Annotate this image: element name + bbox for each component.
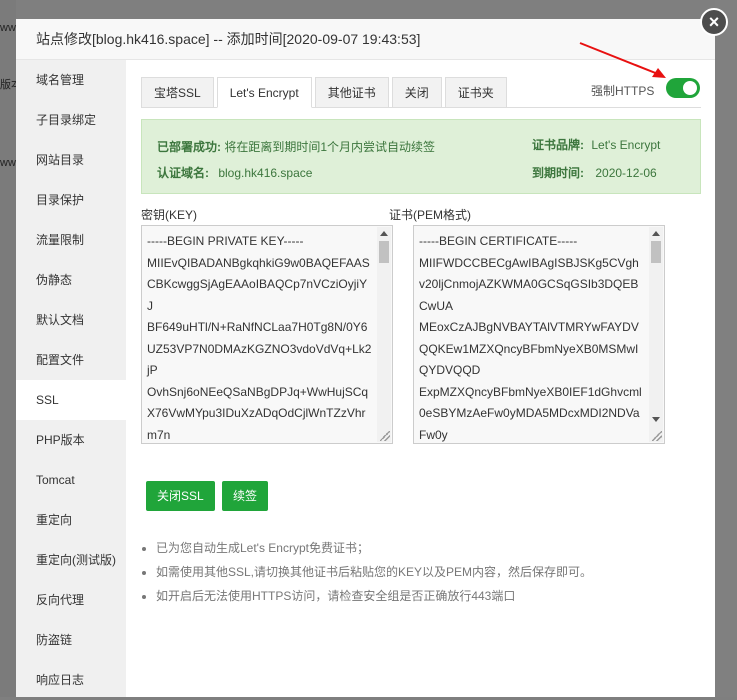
deployed-value: 将在距离到期时间1个月内尝试自动续签 bbox=[224, 140, 436, 154]
scroll-thumb[interactable] bbox=[651, 241, 661, 263]
expiry-value: 2020-12-06 bbox=[595, 166, 657, 180]
tab-close[interactable]: 关闭 bbox=[391, 77, 442, 108]
sidebar-item-php-version[interactable]: PHP版本 bbox=[16, 420, 126, 460]
background-text: ww. bbox=[0, 22, 16, 34]
background-left: ww. 版本 ww bbox=[0, 0, 16, 697]
sidebar-item-redirect-beta[interactable]: 重定向(测试版) bbox=[16, 540, 126, 580]
background-text: 版本 bbox=[0, 79, 16, 91]
cert-field-label: 证书(PEM格式) bbox=[389, 208, 471, 222]
sidebar-item-site-dir[interactable]: 网站目录 bbox=[16, 140, 126, 180]
sidebar-item-subdir-binding[interactable]: 子目录绑定 bbox=[16, 100, 126, 140]
sidebar-item-ssl[interactable]: SSL bbox=[16, 380, 126, 420]
expiry-key: 到期时间: bbox=[532, 166, 584, 180]
sidebar-item-domain[interactable]: 域名管理 bbox=[16, 60, 126, 100]
resize-handle-icon[interactable] bbox=[380, 431, 390, 441]
ssl-tabs: 宝塔SSL Let's Encrypt 其他证书 关闭 证书夹 bbox=[141, 77, 510, 108]
sidebar-item-reverse-proxy[interactable]: 反向代理 bbox=[16, 580, 126, 620]
tab-bt-ssl[interactable]: 宝塔SSL bbox=[141, 77, 214, 108]
background-text: ww bbox=[0, 157, 16, 169]
sidebar-item-hotlink[interactable]: 防盗链 bbox=[16, 620, 126, 660]
background-right bbox=[715, 0, 737, 697]
certificate-textarea[interactable]: -----BEGIN CERTIFICATE----- MIIFWDCCBECg… bbox=[413, 225, 665, 444]
brand-value: Let's Encrypt bbox=[591, 138, 661, 152]
ssl-panel: 宝塔SSL Let's Encrypt 其他证书 关闭 证书夹 强制HTTPS … bbox=[126, 60, 715, 697]
scroll-up-icon bbox=[652, 231, 660, 236]
renew-button[interactable]: 续签 bbox=[222, 481, 269, 511]
tips-list: 已为您自动生成Let's Encrypt免费证书； 如需使用其他SSL,请切换其… bbox=[156, 536, 592, 608]
domain-value: blog.hk416.space bbox=[218, 166, 313, 180]
tab-lets-encrypt[interactable]: Let's Encrypt bbox=[216, 77, 312, 108]
key-scrollbar[interactable] bbox=[377, 227, 391, 442]
tip-item: 已为您自动生成Let's Encrypt免费证书； bbox=[156, 536, 592, 560]
certificate-text: -----BEGIN CERTIFICATE----- MIIFWDCCBECg… bbox=[419, 234, 642, 442]
settings-sidebar: 域名管理 子目录绑定 网站目录 目录保护 流量限制 伪静态 默认文档 配置文件 … bbox=[16, 60, 126, 697]
ssl-status-notice: 已部署成功: 将在距离到期时间1个月内尝试自动续签 认证域名: blog.hk4… bbox=[141, 119, 701, 194]
tab-other-cert[interactable]: 其他证书 bbox=[314, 77, 389, 108]
close-ssl-button[interactable]: 关闭SSL bbox=[146, 481, 215, 511]
domain-key: 认证域名: bbox=[157, 166, 209, 180]
sidebar-item-response-log[interactable]: 响应日志 bbox=[16, 660, 126, 700]
sidebar-item-tomcat[interactable]: Tomcat bbox=[16, 460, 126, 500]
key-field-label: 密钥(KEY) bbox=[141, 208, 198, 222]
site-edit-dialog: 站点修改[blog.hk416.space] -- 添加时间[2020-09-0… bbox=[16, 19, 715, 697]
sidebar-item-redirect[interactable]: 重定向 bbox=[16, 500, 126, 540]
scroll-thumb[interactable] bbox=[379, 241, 389, 263]
tip-item: 如开启后无法使用HTTPS访问，请检查安全组是否正确放行443端口 bbox=[156, 584, 592, 608]
deployed-key: 已部署成功: bbox=[157, 140, 221, 154]
sidebar-item-traffic-limit[interactable]: 流量限制 bbox=[16, 220, 126, 260]
cert-scrollbar[interactable] bbox=[649, 227, 663, 442]
resize-handle-icon[interactable] bbox=[652, 431, 662, 441]
dialog-close-button[interactable]: × bbox=[700, 8, 728, 36]
tip-item: 如需使用其他SSL,请切换其他证书后粘贴您的KEY以及PEM内容，然后保存即可。 bbox=[156, 560, 592, 584]
sidebar-item-config-file[interactable]: 配置文件 bbox=[16, 340, 126, 380]
private-key-text: -----BEGIN PRIVATE KEY----- MIIEvQIBADAN… bbox=[147, 234, 372, 442]
brand-key: 证书品牌: bbox=[532, 138, 584, 152]
sidebar-item-dir-protect[interactable]: 目录保护 bbox=[16, 180, 126, 220]
tab-cert-folder[interactable]: 证书夹 bbox=[444, 77, 507, 108]
sidebar-item-default-doc[interactable]: 默认文档 bbox=[16, 300, 126, 340]
force-https-label: 强制HTTPS bbox=[591, 84, 655, 98]
annotation-arrow-icon bbox=[579, 42, 666, 78]
sidebar-item-rewrite[interactable]: 伪静态 bbox=[16, 260, 126, 300]
toggle-knob bbox=[683, 81, 697, 95]
scroll-down-icon bbox=[652, 417, 660, 422]
scroll-up-icon bbox=[380, 231, 388, 236]
private-key-textarea[interactable]: -----BEGIN PRIVATE KEY----- MIIEvQIBADAN… bbox=[141, 225, 393, 444]
